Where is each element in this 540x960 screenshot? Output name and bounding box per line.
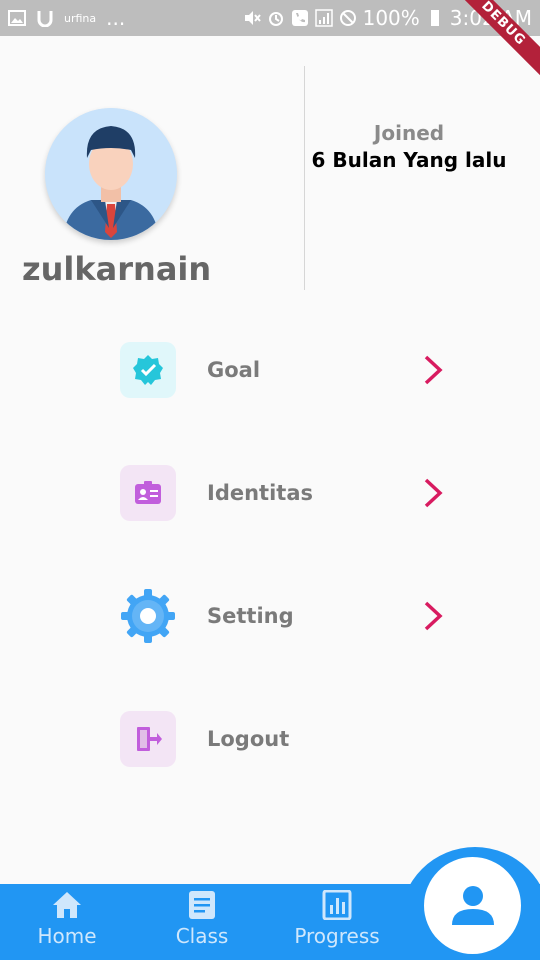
- logout-door-icon: [120, 711, 176, 767]
- gear-icon: [120, 588, 176, 644]
- menu-label-setting: Setting: [207, 604, 294, 628]
- menu-item-logout[interactable]: Logout: [120, 710, 450, 768]
- menu-item-setting[interactable]: Setting: [120, 587, 450, 645]
- menu-label-logout: Logout: [207, 727, 290, 751]
- nav-progress-label: Progress: [294, 924, 380, 948]
- menu-item-identitas[interactable]: Identitas: [120, 464, 450, 522]
- chevron-right-icon[interactable]: [416, 599, 450, 633]
- nav-class[interactable]: Class: [142, 890, 262, 948]
- joined-value: 6 Bulan Yang lalu: [311, 148, 507, 172]
- no-sim-icon: [339, 10, 356, 26]
- u-app-icon: [37, 11, 53, 27]
- home-icon: [53, 892, 81, 918]
- signal-icon: [314, 9, 333, 27]
- chevron-right-icon[interactable]: [416, 353, 450, 387]
- call-icon: [291, 10, 308, 26]
- vertical-divider: [304, 66, 305, 290]
- profile-fab-button[interactable]: [424, 857, 521, 954]
- alarm-icon: [268, 12, 283, 26]
- menu-label-identitas: Identitas: [207, 481, 313, 505]
- chevron-right-icon[interactable]: [416, 476, 450, 510]
- menu-item-goal[interactable]: Goal: [120, 341, 450, 399]
- avatar[interactable]: [45, 108, 177, 240]
- goal-badge-icon: [120, 342, 176, 398]
- username: zulkarnain: [22, 250, 212, 288]
- profile-header: zulkarnain Joined 6 Bulan Yang lalu: [0, 66, 540, 290]
- person-icon: [451, 885, 494, 925]
- progress-icon: [322, 890, 352, 920]
- gallery-icon: [8, 10, 26, 26]
- menu-label-goal: Goal: [207, 358, 261, 382]
- mute-icon: [244, 11, 261, 25]
- nav-home[interactable]: Home: [7, 890, 127, 948]
- class-icon: [189, 891, 215, 919]
- battery-icon: [430, 10, 439, 26]
- nav-home-label: Home: [37, 924, 97, 948]
- joined-label: Joined: [373, 121, 445, 145]
- nav-progress[interactable]: Progress: [277, 890, 397, 948]
- more-dots: ...: [106, 6, 126, 30]
- businessman-avatar-icon: [45, 108, 177, 240]
- carrier-text: urfina: [64, 11, 97, 25]
- status-bar: urfina ... 100% 3:02 AM DEBUG: [0, 0, 540, 85]
- nav-class-label: Class: [175, 924, 229, 948]
- id-card-icon: [120, 465, 176, 521]
- battery-percent: 100%: [362, 6, 420, 30]
